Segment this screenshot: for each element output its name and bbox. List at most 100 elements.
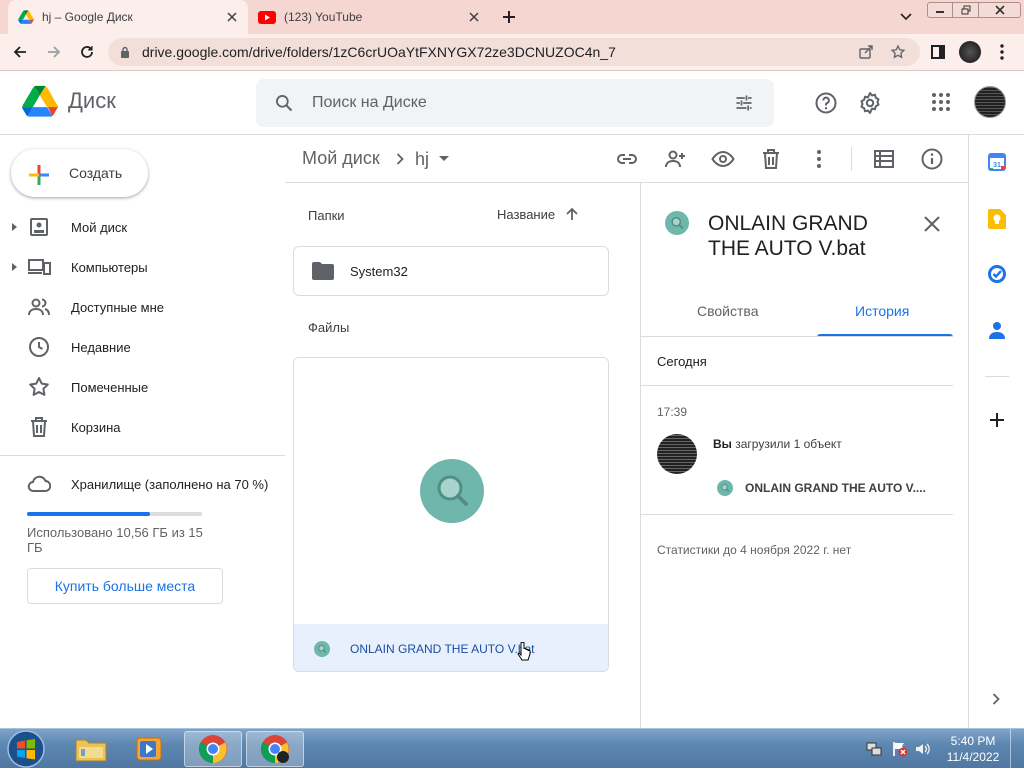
sidebar-item-recent[interactable]: Недавние — [0, 331, 275, 363]
sidebar-item-storage[interactable]: Хранилище (заполнено на 70 %) — [0, 468, 275, 500]
folder-item[interactable]: System32 — [293, 246, 609, 296]
file-card-footer: ONLAIN GRAND THE AUTO V.bat — [294, 624, 608, 671]
tab-youtube[interactable]: (123) YouTube — [250, 0, 490, 34]
add-person-icon[interactable] — [663, 147, 687, 171]
network-tray-icon[interactable] — [866, 741, 882, 757]
divider — [0, 455, 285, 456]
taskbar-explorer[interactable] — [62, 731, 120, 767]
new-tab-button[interactable] — [497, 5, 521, 29]
browser-tab-strip: hj – Google Диск (123) YouTube — [0, 0, 1024, 34]
breadcrumb-current: hj — [415, 148, 430, 169]
help-icon[interactable] — [814, 91, 838, 115]
search-icon[interactable] — [274, 93, 294, 113]
drive-logo[interactable]: Диск — [22, 85, 116, 117]
keep-icon[interactable] — [988, 209, 1006, 229]
taskbar-media-player[interactable] — [120, 731, 178, 767]
breadcrumb: Мой диск hj — [285, 135, 968, 183]
file-name: ONLAIN GRAND THE AUTO V.bat — [350, 641, 535, 656]
tab-history[interactable]: История — [855, 303, 909, 319]
file-list: Папки Название System32 Файлы ONLAIN GRA… — [285, 183, 640, 728]
sidebar-item-starred[interactable]: Помеченные — [0, 371, 275, 403]
sidebar-item-trash[interactable]: Корзина — [0, 411, 275, 443]
cloud-icon — [27, 475, 51, 492]
menu-button[interactable] — [990, 40, 1014, 64]
forward-button[interactable] — [42, 40, 66, 64]
storage-meter-fill — [27, 512, 150, 516]
files-heading: Файлы — [308, 320, 350, 335]
reload-button[interactable] — [75, 40, 99, 64]
taskbar-chrome-1[interactable] — [184, 731, 242, 767]
breadcrumb-root[interactable]: Мой диск — [302, 148, 380, 169]
sort-label: Название — [497, 206, 556, 222]
file-card[interactable]: ONLAIN GRAND THE AUTO V.bat — [293, 357, 609, 672]
clock-icon — [29, 337, 49, 357]
minimize-icon — [936, 11, 944, 13]
trash-icon[interactable] — [759, 147, 783, 171]
minimize-button[interactable] — [927, 2, 953, 18]
apps-grid-icon[interactable] — [931, 92, 951, 112]
arrow-right-icon — [48, 46, 61, 58]
calendar-icon[interactable]: 31 — [988, 153, 1006, 171]
side-panel-button[interactable] — [926, 40, 950, 64]
breadcrumb-current-folder[interactable]: hj — [415, 143, 450, 175]
show-desktop-button[interactable] — [1010, 729, 1024, 769]
volume-tray-icon[interactable] — [915, 741, 931, 757]
divider — [641, 514, 953, 515]
sidebar-item-label: Помеченные — [71, 379, 149, 395]
search-input[interactable] — [312, 91, 712, 115]
close-window-button[interactable] — [979, 2, 1021, 18]
sidebar-item-shared[interactable]: Доступные мне — [0, 291, 275, 323]
search-options-icon[interactable] — [734, 93, 754, 113]
more-vert-icon[interactable] — [807, 147, 831, 171]
add-app-plus-icon[interactable] — [989, 412, 1005, 428]
my-drive-icon — [30, 218, 48, 236]
sidebar: Создать Мой диск Компьютеры Доступные мн… — [0, 135, 285, 728]
divider — [641, 336, 953, 337]
settings-gear-icon[interactable] — [858, 91, 882, 115]
close-tab-icon[interactable] — [466, 9, 482, 25]
start-button[interactable] — [4, 730, 48, 768]
sidebar-item-computers[interactable]: Компьютеры — [0, 251, 275, 283]
avatar — [657, 434, 697, 474]
side-apps-rail: 31 — [968, 135, 1024, 728]
chevron-right-icon[interactable] — [992, 693, 1000, 705]
tasks-icon[interactable] — [988, 265, 1006, 283]
create-button[interactable]: Создать — [11, 149, 148, 197]
tab-search-button[interactable] — [894, 5, 918, 29]
sidebar-item-label: Корзина — [71, 419, 121, 435]
reload-icon — [81, 46, 93, 58]
close-tab-icon[interactable] — [224, 9, 240, 25]
clock[interactable]: 5:40 PM 11/4/2022 — [940, 733, 1006, 765]
sidebar-item-label: Недавние — [71, 339, 131, 355]
file-preview — [294, 358, 608, 624]
eye-icon[interactable] — [711, 147, 735, 171]
bookmark-star-icon[interactable] — [890, 44, 906, 60]
taskbar-chrome-2[interactable] — [246, 731, 304, 767]
activity-item[interactable]: ONLAIN GRAND THE AUTO V.... — [717, 480, 926, 496]
media-player-icon — [136, 737, 162, 761]
contacts-icon[interactable] — [989, 321, 1005, 339]
sidebar-item-my-drive[interactable]: Мой диск — [0, 211, 275, 243]
file-type-small-icon — [314, 640, 330, 657]
list-view-icon[interactable] — [872, 147, 896, 171]
share-icon[interactable] — [858, 44, 874, 60]
profile-button[interactable] — [958, 40, 982, 64]
restore-button[interactable] — [953, 2, 979, 18]
account-avatar[interactable] — [974, 86, 1006, 118]
link-icon[interactable] — [615, 147, 639, 171]
chevron-right-icon — [396, 153, 404, 165]
windows-logo-icon — [7, 730, 45, 768]
sidebar-item-label: Доступные мне — [71, 299, 165, 315]
divider — [985, 376, 1009, 377]
back-button[interactable] — [8, 40, 32, 64]
address-bar[interactable]: drive.google.com/drive/folders/1zC6crUOa… — [108, 38, 920, 66]
window-controls — [927, 2, 1021, 18]
tab-drive[interactable]: hj – Google Диск — [8, 0, 248, 34]
info-icon[interactable] — [920, 147, 944, 171]
buy-storage-button[interactable]: Купить больше места — [27, 568, 223, 604]
action-center-tray-icon[interactable] — [892, 741, 908, 757]
close-icon[interactable] — [923, 215, 941, 233]
tab-properties[interactable]: Свойства — [697, 303, 758, 319]
storage-meter — [27, 512, 202, 516]
sort-control[interactable]: Название — [497, 201, 579, 227]
